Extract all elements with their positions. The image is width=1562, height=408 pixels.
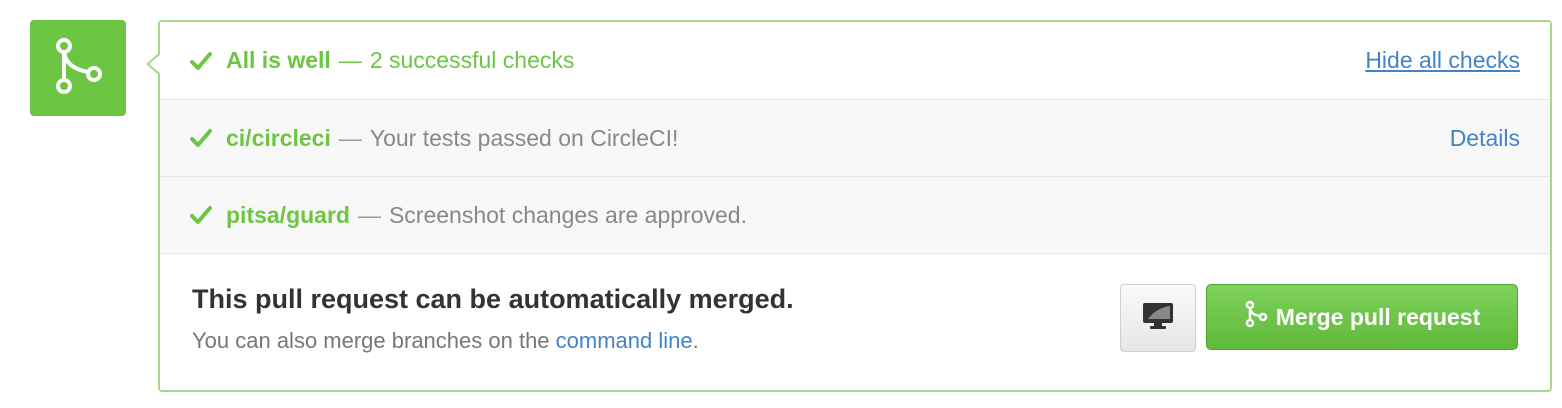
merge-icon [52,36,104,101]
check-name: pitsa/guard [226,201,350,228]
merge-help-prefix: You can also merge branches on the [192,328,556,353]
check-separator: — [357,201,381,228]
command-line-link[interactable]: command line [556,328,693,353]
check-description: Your tests passed on CircleCI! [369,124,679,151]
open-desktop-button[interactable] [1120,284,1196,352]
check-details-link[interactable]: Details [1450,125,1520,152]
check-name: ci/circleci [226,124,331,151]
check-description: Screenshot changes are approved. [388,201,747,228]
merge-status-section: All is well — 2 successful checks Hide a… [0,0,1562,408]
checks-summary-row: All is well — 2 successful checks Hide a… [160,22,1550,100]
checkmark-icon [190,127,212,149]
checks-summary-count: 2 successful checks [369,47,575,73]
merge-action-area: This pull request can be automatically m… [160,254,1550,388]
summary-separator: — [338,47,362,73]
merge-help-suffix: . [692,328,699,353]
merge-icon [1244,300,1276,334]
merge-status-badge [30,20,126,116]
merge-help-text: You can also merge branches on the comma… [192,328,699,354]
merge-pull-request-button[interactable]: Merge pull request [1206,284,1518,350]
merge-button-label: Merge pull request [1275,303,1481,330]
check-row-pitsa-guard: pitsa/guard — Screenshot changes are app… [160,177,1550,254]
check-separator: — [338,124,362,151]
merge-status-title: This pull request can be automatically m… [192,284,794,314]
merge-checks-panel: All is well — 2 successful checks Hide a… [146,20,1552,392]
checks-summary-headline: All is well [226,47,331,73]
check-row-circleci: ci/circleci — Your tests passed on Circl… [160,100,1550,177]
checkmark-icon [190,50,212,72]
checkmark-icon [190,204,212,226]
hide-all-checks-link[interactable]: Hide all checks [1365,47,1520,74]
desktop-monitor-icon [1142,302,1174,335]
